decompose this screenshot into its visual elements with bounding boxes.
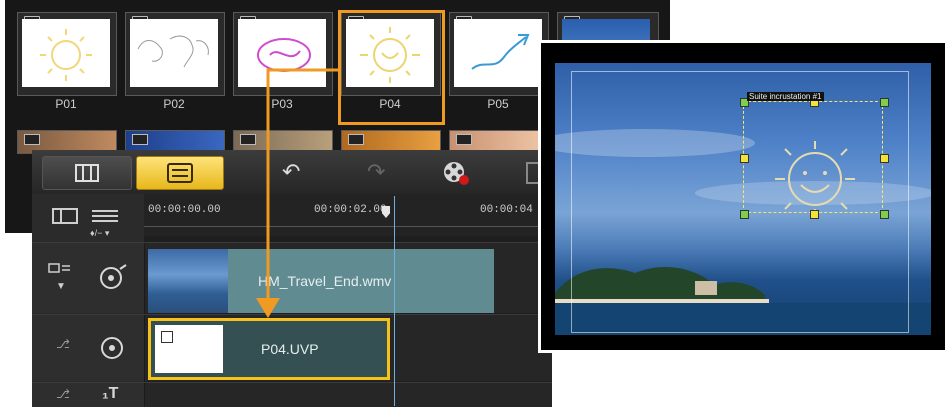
drag-arrow	[256, 68, 338, 318]
